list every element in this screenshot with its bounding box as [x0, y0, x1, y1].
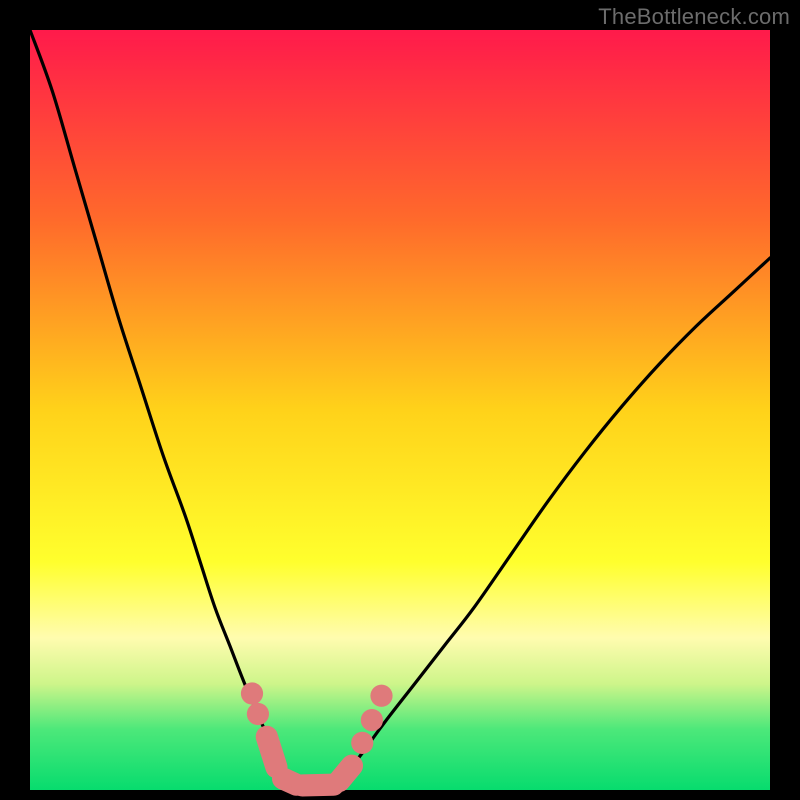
- marker-capsule-2: [267, 737, 277, 767]
- marker-dot-6: [351, 732, 373, 754]
- marker-dot-0: [241, 682, 263, 704]
- marker-dot-8: [370, 685, 392, 707]
- plot-background: [30, 30, 770, 790]
- marker-dot-7: [361, 709, 383, 731]
- marker-dot-1: [247, 703, 269, 725]
- watermark-text: TheBottleneck.com: [598, 4, 790, 30]
- chart-canvas: [0, 0, 800, 800]
- marker-capsule-4: [302, 785, 333, 786]
- marker-capsule-5: [339, 766, 352, 781]
- chart-frame: TheBottleneck.com: [0, 0, 800, 800]
